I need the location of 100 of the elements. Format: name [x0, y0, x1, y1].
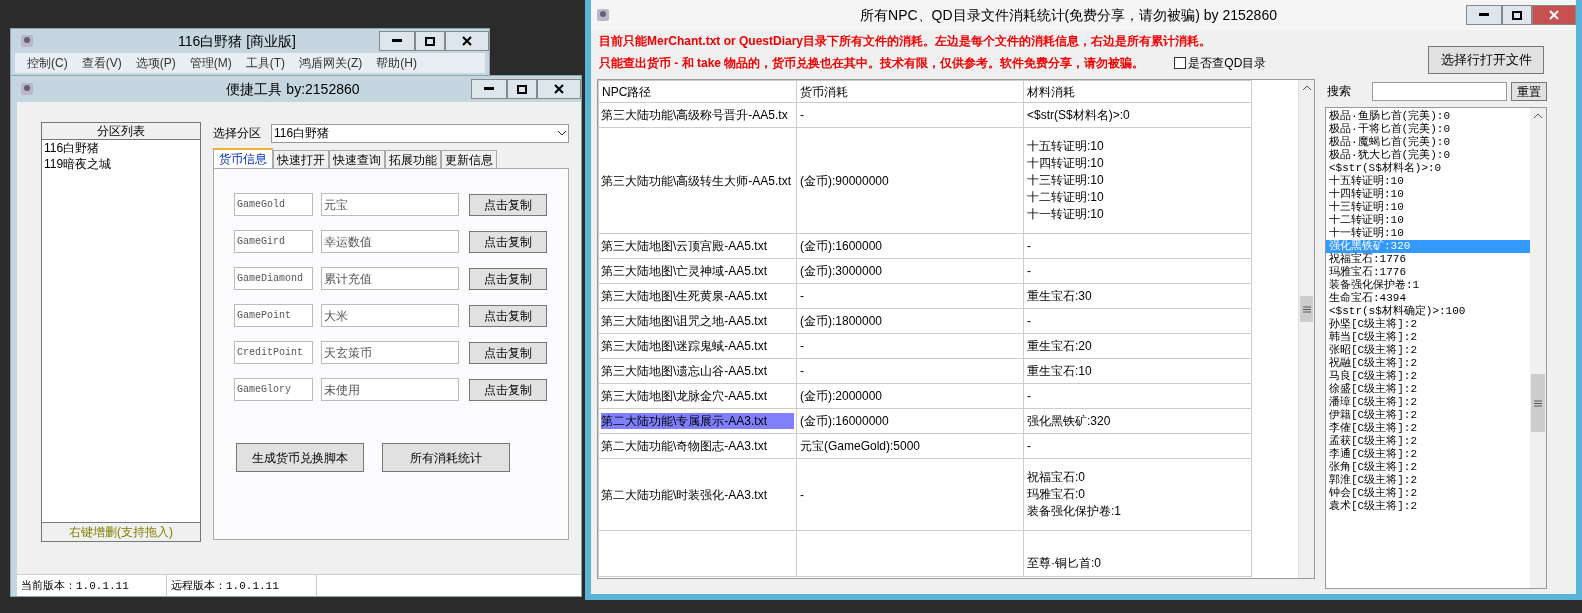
- table-cell: (金币):1800000: [800, 314, 883, 328]
- action-button[interactable]: 生成货币兑换脚本: [236, 443, 364, 472]
- maximize-button[interactable]: [1502, 5, 1532, 25]
- list-item[interactable]: 极品·魔蝎匕首(完美):0: [1326, 136, 1530, 149]
- list-item[interactable]: 十三转证明:10: [1326, 201, 1530, 214]
- list-item[interactable]: 孟获[C级主将]:2: [1326, 435, 1530, 448]
- list-item[interactable]: 李傕[C级主将]:2: [1326, 422, 1530, 435]
- maximize-button[interactable]: [507, 79, 537, 99]
- list-item[interactable]: 李通[C级主将]:2: [1326, 448, 1530, 461]
- list-item[interactable]: 徐盛[C级主将]:2: [1326, 383, 1530, 396]
- table-cell: -: [800, 108, 804, 122]
- list-item[interactable]: 十二转证明:10: [1326, 214, 1530, 227]
- menu-item[interactable]: 鸿盾网关(Z): [299, 54, 363, 72]
- tab[interactable]: 货币信息: [213, 148, 273, 168]
- currency-key-field[interactable]: GamePoint: [234, 304, 313, 327]
- list-item[interactable]: <$str(S$材料名)>:0: [1326, 162, 1530, 175]
- list-item[interactable]: 极品·鱼肠匕首(完美):0: [1326, 110, 1530, 123]
- table-cell-text: 第三大陆地图\诅咒之地-AA5.txt: [601, 313, 768, 329]
- currency-name-field[interactable]: 天玄策币: [321, 341, 459, 364]
- minimize-button[interactable]: [471, 79, 507, 99]
- open-file-button[interactable]: 选择行打开文件: [1428, 46, 1544, 74]
- maximize-icon: [1512, 10, 1522, 20]
- list-item[interactable]: 极品·犹大匕首(完美):0: [1326, 149, 1530, 162]
- list-item[interactable]: <$str(s$材料确定)>:100: [1326, 305, 1530, 318]
- currency-name-field[interactable]: 幸运数值: [321, 230, 459, 253]
- maximize-button[interactable]: [415, 31, 445, 51]
- list-item[interactable]: 装备强化保护卷:1: [1326, 279, 1530, 292]
- menu-item[interactable]: 帮助(H): [376, 54, 417, 72]
- list-item[interactable]: 郭淮[C级主将]:2: [1326, 474, 1530, 487]
- table-cell: (金币):2000000: [800, 389, 883, 403]
- copy-button[interactable]: 点击复制: [469, 378, 547, 401]
- copy-button[interactable]: 点击复制: [469, 304, 547, 327]
- list-item[interactable]: 十四转证明:10: [1326, 188, 1530, 201]
- search-field[interactable]: [1372, 81, 1508, 101]
- table-cell-text: 第三大陆地图\迷踪鬼蜮-AA5.txt: [601, 338, 768, 354]
- currency-key-field[interactable]: GameDiamond: [234, 267, 313, 290]
- currency-key-field[interactable]: CreditPoint: [234, 341, 313, 364]
- table-cell: 玛雅宝石:0: [1027, 486, 1085, 503]
- table-cell: -: [800, 487, 804, 502]
- tab[interactable]: 快速打开: [273, 150, 329, 168]
- menu-item[interactable]: 工具(T): [245, 54, 285, 72]
- qd-checkbox[interactable]: [1174, 57, 1187, 69]
- column-header[interactable]: 材料消耗: [1023, 80, 1252, 103]
- scroll-thumb[interactable]: [1531, 374, 1545, 432]
- column-header[interactable]: NPC路径: [598, 80, 797, 103]
- minimize-button[interactable]: [379, 31, 415, 51]
- scroll-thumb[interactable]: [1300, 296, 1313, 322]
- list-item[interactable]: 潘璋[C级主将]:2: [1326, 396, 1530, 409]
- list-item[interactable]: 十五转证明:10: [1326, 175, 1530, 188]
- list-header: 分区列表: [42, 123, 200, 140]
- menu-item[interactable]: 选项(P): [135, 54, 176, 72]
- list-item[interactable]: 十一转证明:10: [1326, 227, 1530, 240]
- list-item[interactable]: 极品·干将匕首(完美):0: [1326, 123, 1530, 136]
- tab[interactable]: 快速查询: [329, 150, 385, 168]
- currency-key-field[interactable]: GameGird: [234, 230, 313, 253]
- action-button[interactable]: 所有消耗统计: [382, 443, 510, 472]
- column-header[interactable]: 货币消耗: [796, 80, 1024, 103]
- list-footer: 右键增删(支持拖入): [42, 522, 200, 541]
- minimize-button[interactable]: [1466, 5, 1502, 25]
- tab[interactable]: 拓展功能: [385, 150, 441, 168]
- copy-button[interactable]: 点击复制: [469, 341, 547, 364]
- currency-key-field[interactable]: GameGold: [234, 193, 313, 216]
- copy-button[interactable]: 点击复制: [469, 230, 547, 253]
- list-item[interactable]: 祝融[C级主将]:2: [1326, 357, 1530, 370]
- currency-name-field[interactable]: 元宝: [321, 193, 459, 216]
- list-item[interactable]: 119暗夜之城: [44, 156, 112, 172]
- menu-item[interactable]: 控制(C): [27, 54, 68, 72]
- list-item[interactable]: 孙坚[C级主将]:2: [1326, 318, 1530, 331]
- list-item[interactable]: 祝福宝石:1776: [1326, 253, 1530, 266]
- table-cell: 重生宝石:30: [1027, 287, 1092, 305]
- copy-button[interactable]: 点击复制: [469, 267, 547, 290]
- reset-button[interactable]: 重置: [1511, 81, 1547, 101]
- scrollbar[interactable]: [1298, 80, 1314, 578]
- table-cell: 装备强化保护卷:1: [1027, 503, 1121, 520]
- list-item[interactable]: 玛雅宝石:1776: [1326, 266, 1530, 279]
- table-cell: 第二大陆功能\专属展示-AA3.txt: [601, 413, 794, 429]
- currency-name-field[interactable]: 累计充值: [321, 267, 459, 290]
- currency-name-field[interactable]: 大米: [321, 304, 459, 327]
- table-cell: (金币):90000000: [800, 173, 889, 188]
- list-item[interactable]: 钟会[C级主将]:2: [1326, 487, 1530, 500]
- list-item[interactable]: 伊籍[C级主将]:2: [1326, 409, 1530, 422]
- menu-item[interactable]: 管理(M): [189, 54, 232, 72]
- list-item[interactable]: 张角[C级主将]:2: [1326, 461, 1530, 474]
- copy-button[interactable]: 点击复制: [469, 193, 547, 216]
- table-cell-text: 第三大陆功能\高级转生大师-AA5.txt: [601, 172, 792, 189]
- currency-name-field[interactable]: 未使用: [321, 378, 459, 401]
- list-item[interactable]: 袁术[C级主将]:2: [1326, 500, 1530, 513]
- currency-key-field[interactable]: GameGlory: [234, 378, 313, 401]
- menu-item[interactable]: 查看(V): [81, 54, 122, 72]
- close-button[interactable]: [445, 31, 489, 51]
- scrollbar[interactable]: [1530, 108, 1546, 588]
- close-button[interactable]: [537, 79, 581, 99]
- list-item[interactable]: 韩当[C级主将]:2: [1326, 331, 1530, 344]
- list-item[interactable]: 张昭[C级主将]:2: [1326, 344, 1530, 357]
- list-item[interactable]: 生命宝石:4394: [1326, 292, 1530, 305]
- partition-select[interactable]: 116白野猪: [271, 123, 569, 143]
- tab[interactable]: 更新信息: [441, 150, 497, 168]
- list-item[interactable]: 马良[C级主将]:2: [1326, 370, 1530, 383]
- chevron-down-icon: [558, 130, 566, 136]
- list-item[interactable]: 116白野猪: [44, 140, 100, 156]
